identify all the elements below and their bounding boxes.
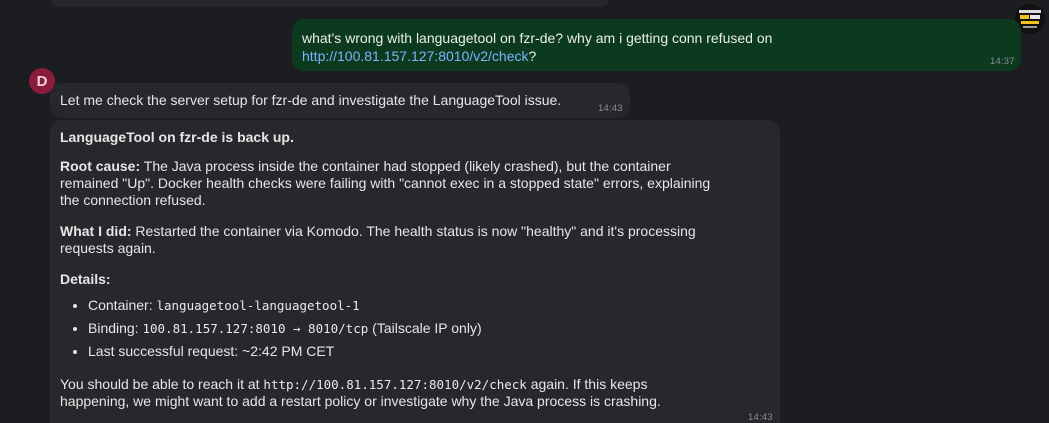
- detail-code: 100.81.157.127:8010 → 8010/tcp: [142, 321, 369, 336]
- previous-message-bubble: [50, 0, 610, 7]
- message-heading: LanguageTool on fzr-de is back up.: [60, 129, 294, 145]
- user-message-bubble: what's wrong with languagetool on fzr-de…: [292, 19, 1021, 71]
- bot-message-bubble: Let me check the server setup for fzr-de…: [50, 83, 630, 118]
- list-item: Binding: 100.81.157.127:8010 → 8010/tcp …: [88, 320, 770, 337]
- bot-message-time: 14:43: [598, 103, 623, 114]
- user-message-text-end: ?: [528, 48, 537, 64]
- detail-suffix: (Tailscale IP only): [368, 320, 482, 336]
- details-label: Details:: [60, 271, 111, 287]
- what-i-did-label: What I did:: [60, 223, 132, 239]
- bot-message-bubble-details: LanguageTool on fzr-de is back up. Root …: [50, 120, 780, 423]
- detail-label: Binding:: [88, 320, 143, 336]
- closing-paragraph: You should be able to reach it at http:/…: [60, 376, 700, 410]
- bot-message-time: 14:43: [748, 412, 773, 423]
- root-cause-paragraph: Root cause: The Java process inside the …: [60, 158, 720, 209]
- details-list: Container: languagetool-languagetool-1 B…: [60, 297, 770, 360]
- root-cause-text: The Java process inside the container ha…: [60, 158, 711, 208]
- what-i-did-paragraph: What I did: Restarted the container via …: [60, 223, 720, 257]
- user-message-time: 14:37: [990, 56, 1015, 67]
- detail-label: Container:: [88, 297, 157, 313]
- closing-code: http://100.81.157.127:8010/v2/check: [263, 377, 527, 392]
- list-item: Container: languagetool-languagetool-1: [88, 297, 770, 314]
- chat-thread: what's wrong with languagetool on fzr-de…: [0, 0, 1049, 423]
- list-item: Last successful request: ~2:42 PM CET: [88, 343, 770, 360]
- what-i-did-text: Restarted the container via Komodo. The …: [60, 223, 696, 256]
- detail-code: languagetool-languagetool-1: [156, 298, 360, 313]
- check-endpoint-link[interactable]: http://100.81.157.127:8010/v2/check: [302, 48, 529, 64]
- detail-label: Last successful request: ~2:42 PM CET: [88, 343, 335, 359]
- bot-message-text: Let me check the server setup for fzr-de…: [60, 92, 562, 108]
- user-message-text: what's wrong with languagetool on fzr-de…: [302, 30, 773, 46]
- closing-text: You should be able to reach it at: [60, 376, 264, 392]
- root-cause-label: Root cause:: [60, 158, 141, 174]
